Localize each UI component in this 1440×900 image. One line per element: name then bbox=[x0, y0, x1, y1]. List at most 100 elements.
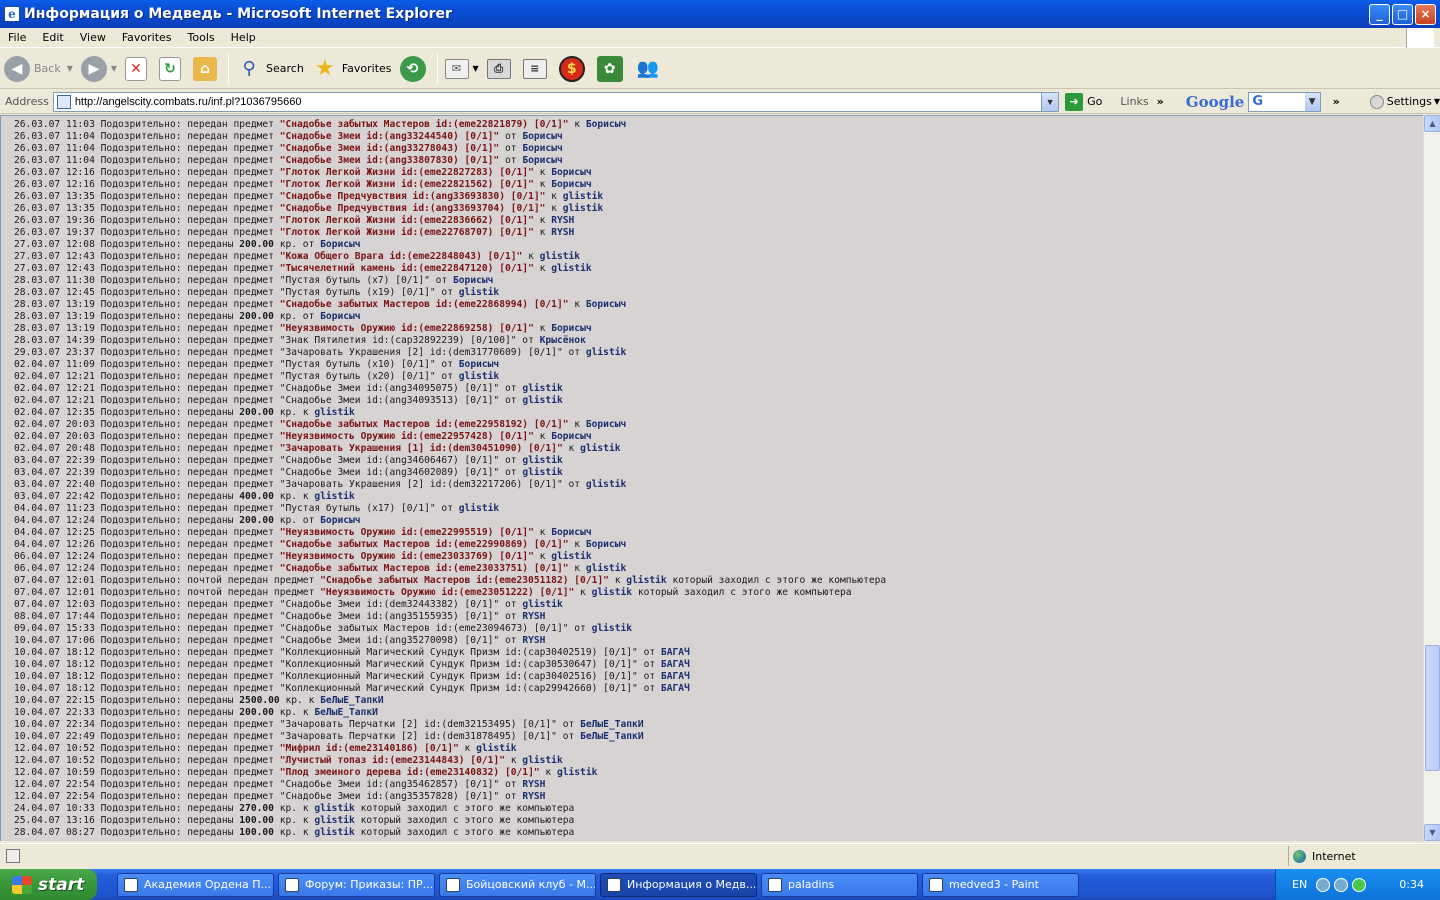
user-link[interactable]: Борисыч bbox=[522, 131, 562, 142]
settings-button[interactable]: Settings ▼ bbox=[1369, 94, 1440, 109]
user-link[interactable]: БеЛыЕ_ТапкИ bbox=[580, 719, 644, 730]
user-link[interactable]: RYSH bbox=[551, 227, 574, 238]
tray-volume-icon[interactable] bbox=[1334, 877, 1348, 892]
address-url[interactable]: http://angelscity.combats.ru/inf.pl?1036… bbox=[75, 96, 1041, 108]
user-link[interactable]: RYSH bbox=[522, 635, 545, 646]
google-search-select[interactable]: G ▼ bbox=[1248, 91, 1321, 112]
user-link[interactable]: Борисыч bbox=[586, 299, 626, 310]
user-link[interactable]: Борисыч bbox=[320, 515, 360, 526]
go-button[interactable]: ➜ Go bbox=[1065, 92, 1102, 111]
back-dropdown-icon[interactable]: ▼ bbox=[67, 64, 73, 73]
user-link[interactable]: Крысёнок bbox=[540, 335, 586, 346]
address-input[interactable]: http://angelscity.combats.ru/inf.pl?1036… bbox=[52, 91, 1060, 112]
user-link[interactable]: RYSH bbox=[522, 611, 545, 622]
user-link[interactable]: RYSH bbox=[522, 791, 545, 802]
user-link[interactable]: glistik bbox=[522, 467, 562, 478]
user-link[interactable]: Борисыч bbox=[551, 431, 591, 442]
user-link[interactable]: glistik bbox=[522, 395, 562, 406]
messenger-button[interactable]: 👥 bbox=[631, 51, 669, 87]
user-link[interactable]: glistik bbox=[476, 743, 516, 754]
scroll-thumb[interactable] bbox=[1425, 645, 1440, 771]
maximize-button[interactable]: □ bbox=[1392, 3, 1413, 25]
user-link[interactable]: Борисыч bbox=[453, 275, 493, 286]
menu-tools[interactable]: Tools bbox=[180, 31, 223, 44]
address-dropdown-icon[interactable]: ▼ bbox=[1041, 92, 1059, 111]
user-link[interactable]: glistik bbox=[580, 443, 620, 454]
user-link[interactable]: Борисыч bbox=[586, 119, 626, 130]
menu-file[interactable]: File bbox=[0, 31, 34, 44]
user-link[interactable]: Борисыч bbox=[586, 419, 626, 430]
menu-help[interactable]: Help bbox=[223, 31, 264, 44]
user-link[interactable]: Борисыч bbox=[551, 167, 591, 178]
tray-icq-icon[interactable] bbox=[1352, 877, 1366, 892]
user-link[interactable]: glistik bbox=[459, 371, 499, 382]
taskbar-task[interactable]: medved3 - Paint bbox=[922, 872, 1079, 897]
user-link[interactable]: glistik bbox=[626, 575, 666, 586]
user-link[interactable]: glistik bbox=[459, 503, 499, 514]
user-link[interactable]: БАГАЧ bbox=[661, 683, 690, 694]
user-link[interactable]: Борисыч bbox=[551, 323, 591, 334]
user-link[interactable]: glistik bbox=[522, 455, 562, 466]
user-link[interactable]: glistik bbox=[314, 491, 354, 502]
links-chevron-icon[interactable]: » bbox=[1157, 95, 1164, 108]
user-link[interactable]: Борисыч bbox=[522, 155, 562, 166]
language-indicator[interactable]: EN bbox=[1292, 878, 1307, 891]
user-link[interactable]: Борисыч bbox=[586, 539, 626, 550]
print-button[interactable]: ⎙ bbox=[483, 51, 519, 87]
user-link[interactable]: glistik bbox=[522, 755, 562, 766]
edit-button[interactable]: ≡ bbox=[519, 51, 555, 87]
user-link[interactable]: Борисыч bbox=[551, 179, 591, 190]
user-link[interactable]: glistik bbox=[540, 251, 580, 262]
user-link[interactable]: glistik bbox=[563, 191, 603, 202]
google-chevron-icon[interactable]: » bbox=[1333, 95, 1340, 108]
user-link[interactable]: glistik bbox=[314, 815, 354, 826]
history-button[interactable]: ⟲ bbox=[396, 51, 434, 87]
links-button[interactable]: Links bbox=[1120, 95, 1148, 108]
user-link[interactable]: БеЛыЕ_ТапкИ bbox=[320, 695, 384, 706]
vertical-scrollbar[interactable]: ▲ ▼ bbox=[1423, 115, 1440, 841]
taskbar-task[interactable]: Бойцовский клуб - М... bbox=[439, 872, 596, 897]
scroll-up-button[interactable]: ▲ bbox=[1424, 115, 1440, 132]
forward-dropdown-icon[interactable]: ▼ bbox=[111, 64, 117, 73]
menu-view[interactable]: View bbox=[72, 31, 114, 44]
user-link[interactable]: glistik bbox=[314, 827, 354, 838]
menu-edit[interactable]: Edit bbox=[34, 31, 71, 44]
user-link[interactable]: glistik bbox=[563, 203, 603, 214]
user-link[interactable]: Борисыч bbox=[522, 143, 562, 154]
user-link[interactable]: Борисыч bbox=[459, 359, 499, 370]
user-link[interactable]: glistik bbox=[459, 287, 499, 298]
home-button[interactable]: ⌂ bbox=[189, 51, 225, 87]
user-link[interactable]: Борисыч bbox=[551, 527, 591, 538]
back-button[interactable]: ◀ Back ▼ bbox=[0, 51, 77, 87]
user-link[interactable]: glistik bbox=[592, 587, 632, 598]
user-link[interactable]: glistik bbox=[586, 479, 626, 490]
close-button[interactable]: × bbox=[1415, 3, 1436, 25]
user-link[interactable]: БАГАЧ bbox=[661, 659, 690, 670]
taskbar-task[interactable]: Академия Ордена П... bbox=[117, 872, 274, 897]
menu-favorites[interactable]: Favorites bbox=[114, 31, 180, 44]
refresh-button[interactable]: ↻ bbox=[155, 51, 189, 87]
user-link[interactable]: glistik bbox=[592, 623, 632, 634]
user-link[interactable]: glistik bbox=[557, 767, 597, 778]
taskbar-task[interactable]: Форум: Приказы: ПР... bbox=[278, 872, 435, 897]
user-link[interactable]: Борисыч bbox=[320, 311, 360, 322]
user-link[interactable]: glistik bbox=[586, 347, 626, 358]
user-link[interactable]: glistik bbox=[551, 263, 591, 274]
user-link[interactable]: БеЛыЕ_ТапкИ bbox=[314, 707, 378, 718]
scroll-down-button[interactable]: ▼ bbox=[1424, 824, 1440, 841]
favorites-button[interactable]: ★ Favorites bbox=[308, 51, 396, 87]
user-link[interactable]: RYSH bbox=[551, 215, 574, 226]
user-link[interactable]: glistik bbox=[586, 563, 626, 574]
start-button[interactable]: start bbox=[0, 869, 97, 900]
user-link[interactable]: Борисыч bbox=[320, 239, 360, 250]
user-link[interactable]: БАГАЧ bbox=[661, 647, 690, 658]
forward-button[interactable]: ▶ ▼ bbox=[77, 51, 121, 87]
user-link[interactable]: БеЛыЕ_ТапкИ bbox=[580, 731, 644, 742]
addon-button-2[interactable]: ✿ bbox=[593, 51, 631, 87]
user-link[interactable]: glistik bbox=[314, 407, 354, 418]
google-dropdown-icon[interactable]: ▼ bbox=[1304, 92, 1320, 111]
user-link[interactable]: glistik bbox=[551, 551, 591, 562]
addon-button-1[interactable]: $ bbox=[555, 51, 593, 87]
taskbar-task[interactable]: paladins bbox=[761, 872, 918, 897]
taskbar-task[interactable]: Информация о Медв... bbox=[600, 872, 757, 897]
